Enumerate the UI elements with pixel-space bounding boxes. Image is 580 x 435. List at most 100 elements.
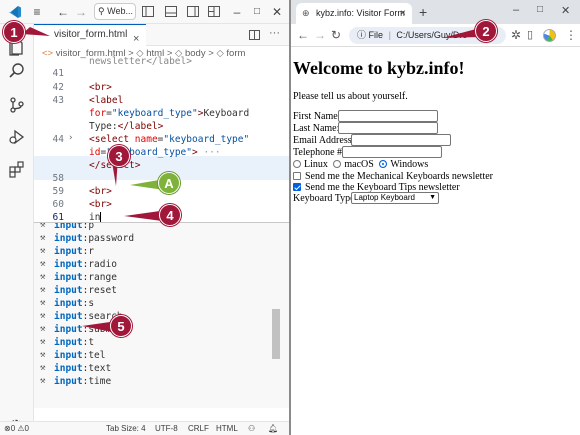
menu-icon[interactable]: ≡ [30,4,44,20]
suggestion-item[interactable]: ⚒ input:text [34,362,279,375]
chevron-down-icon: ▼ [429,194,436,201]
toggle-sidebar-icon[interactable] [142,6,154,17]
problems-indicator[interactable]: ⊗0 ⚠0 [4,422,29,435]
back-arrow-icon[interactable]: ← [297,28,309,42]
browser-tab-title: kybz.info: Visitor Form [316,8,405,18]
tab-filename: visitor_form.html [54,29,128,40]
close-window-icon[interactable]: ✕ [272,4,282,20]
source-control-icon[interactable] [8,96,26,114]
toggle-secondary-sidebar-icon[interactable] [187,6,199,17]
suggestion-item[interactable]: ⚒ input:r [34,245,279,258]
toggle-panel-icon[interactable] [165,6,177,17]
accounts-icon[interactable]: ⚇ [248,422,255,435]
code-editor[interactable]: newsletter</label> 41 42 <br> 43 <label … [34,56,289,223]
minimize-icon[interactable]: – [232,4,242,20]
browser-toolbar: ← → ↻ ⓘ File | C:/Users/Guy/Dro ✲ ▯ ⋮ [291,24,580,47]
wrench-icon: ⚒ [40,324,46,334]
wrench-icon: ⚒ [40,298,46,308]
suggestion-item[interactable]: ⚒ input:t [34,336,279,349]
code-line: for="keyboard_type">Keyboard [89,108,250,119]
forward-arrow-icon[interactable]: → [314,28,326,42]
profile-avatar[interactable] [543,29,556,42]
notifications-icon[interactable]: 🔔︎ [268,422,278,435]
line-number: 60 [52,199,64,210]
keyboard-type-label: Keyboard Type: [293,193,358,204]
code-line: <br> [89,186,112,197]
suggestion-item[interactable]: ⚒ input:p [34,223,279,232]
tab-size-indicator[interactable]: Tab Size: 4 [106,422,146,435]
suggestion-item[interactable]: ⚒ input:s [34,297,279,310]
close-window-icon[interactable]: ✕ [561,4,570,17]
language-indicator[interactable]: HTML [216,422,238,435]
wrench-icon: ⚒ [40,233,46,243]
newsletter-mech-option[interactable]: Send me the Mechanical Keyboards newslet… [293,171,493,182]
wrench-icon: ⚒ [40,311,46,321]
extensions-puzzle-icon[interactable]: ✲ [511,28,521,42]
suggestion-item[interactable]: ⚒ input:submit [34,323,279,336]
info-icon: ⓘ [357,30,367,40]
callout-A: A [158,172,180,194]
more-actions-icon[interactable]: ··· [269,27,280,39]
tab-visitor-form[interactable]: visitor_form.html × [34,24,146,46]
callout-2: 2 [475,20,497,42]
browser-tab-visitor-form[interactable]: ⊕ kybz.info: Visitor Form × [296,3,412,24]
wrench-icon: ⚒ [40,337,46,347]
forward-arrow-icon[interactable]: → [75,4,87,20]
line-number: 44 [52,134,64,145]
suggestion-item[interactable]: ⚒ input:password [34,232,279,245]
line-number: 41 [52,68,64,79]
close-icon[interactable]: × [400,3,406,24]
suggestion-item[interactable]: ⚒ input:tel [34,349,279,362]
maximize-icon[interactable]: □ [537,4,543,15]
wrench-icon: ⚒ [40,363,46,373]
breadcrumb-form[interactable]: form [226,48,245,59]
address-path: C:/Users/Guy/Dro [396,30,468,40]
suggestion-list[interactable]: ⚒ input:p ⚒ input:password ⚒ input:r ⚒ input:ra… [34,222,289,408]
page-heading: Welcome to kybz.info! [293,58,465,78]
browser-window: ⊕ kybz.info: Visitor Form × + – □ ✕ ← → … [291,0,580,435]
back-arrow-icon[interactable]: ← [57,4,69,20]
callout-4: 4 [159,204,181,226]
extensions-icon[interactable] [8,160,26,178]
last-name-label: Last Name: [293,123,340,134]
email-field[interactable] [351,134,451,146]
suggestion-item[interactable]: ⚒ input:range [34,271,279,284]
reload-icon[interactable]: ↻ [331,28,341,42]
callout-3: 3 [108,145,130,167]
new-tab-button[interactable]: + [419,4,427,20]
wrench-icon: ⚒ [40,272,46,282]
radio-macos[interactable]: macOS [333,159,374,170]
code-line: <select name="keyboard_type" [89,134,250,145]
fold-chevron-icon[interactable]: › [68,133,73,143]
run-debug-icon[interactable] [8,128,26,146]
last-name-field[interactable] [338,122,438,134]
intro-text: Please tell us about yourself. [293,91,408,102]
telephone-field[interactable] [342,146,442,158]
suggestion-item[interactable]: ⚒ input:reset [34,284,279,297]
newsletter-tips-checkbox[interactable] [293,183,301,191]
vscode-window: ≡ ← → ⚲ Web... – □ ✕ visitor_form.html ×… [0,0,289,435]
split-editor-icon[interactable] [249,30,260,40]
suggestion-item[interactable]: ⚒ input:search [34,310,279,323]
encoding-indicator[interactable]: UTF-8 [155,422,178,435]
suggestion-item[interactable]: ⚒ input:time [34,375,279,388]
menu-kebab-icon[interactable]: ⋮ [565,28,577,42]
radio-linux[interactable]: Linux [293,159,328,170]
command-center-search[interactable]: ⚲ Web... [94,3,136,20]
suggestion-scrollbar[interactable] [272,309,280,359]
side-panel-icon[interactable]: ▯ [527,28,533,41]
html-file-icon: <> [42,48,54,59]
radio-windows[interactable]: Windows [379,159,428,170]
minimize-icon[interactable]: – [513,4,519,16]
keyboard-type-select[interactable]: Laptop Keyboard ▼ [351,192,439,204]
layout-icon[interactable] [208,6,220,17]
line-number: 59 [52,186,64,197]
search-icon[interactable] [8,62,26,80]
suggestion-item[interactable]: ⚒ input:radio [34,258,279,271]
first-name-field[interactable] [338,110,438,122]
telephone-label: Telephone #: [293,147,345,158]
eol-indicator[interactable]: CRLF [188,422,209,435]
maximize-icon[interactable]: □ [252,4,262,20]
newsletter-mech-checkbox[interactable] [293,172,301,180]
vscode-titlebar: ≡ ← → ⚲ Web... – □ ✕ [0,0,289,24]
